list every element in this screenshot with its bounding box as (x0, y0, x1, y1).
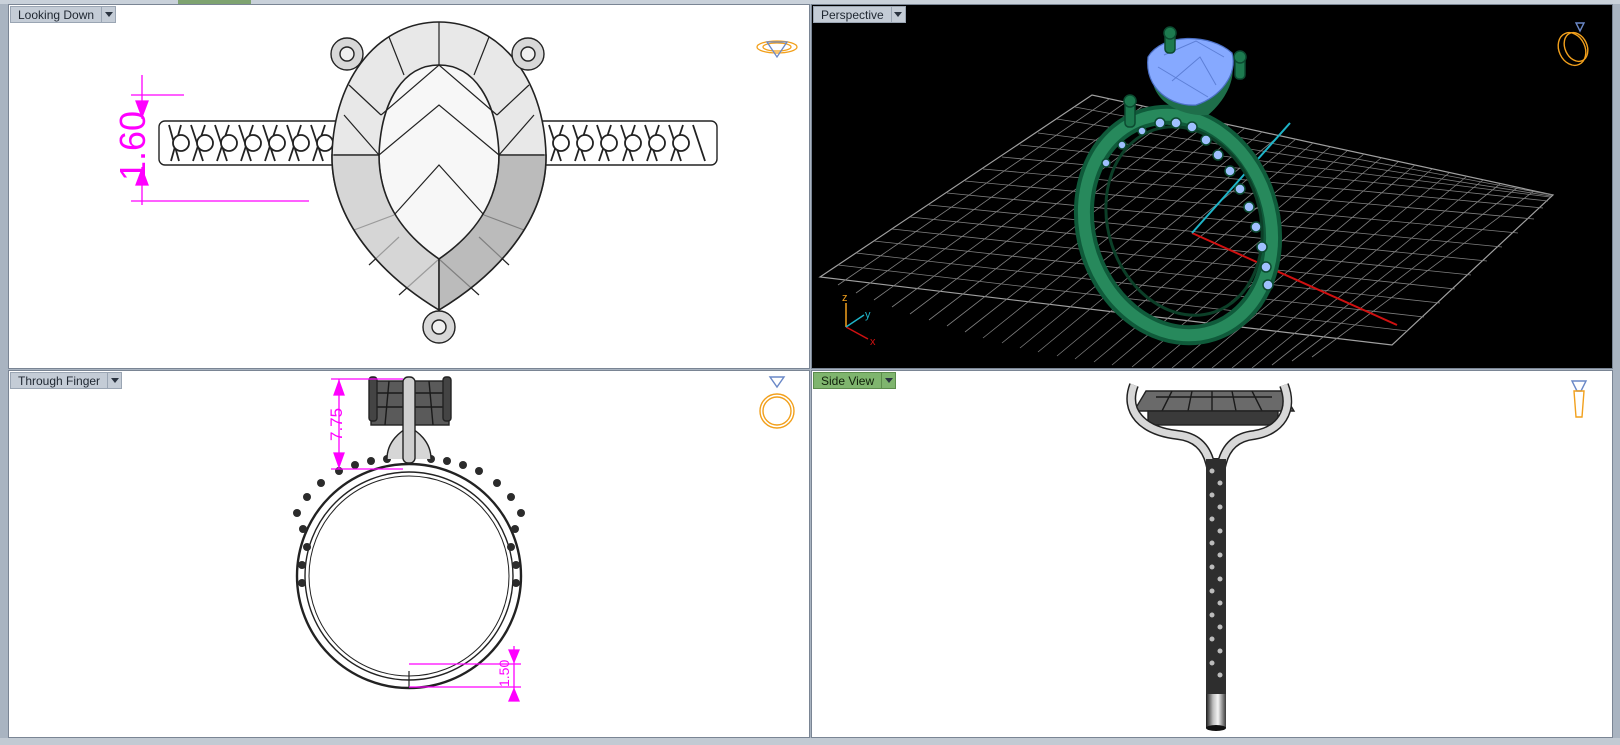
viewport-label-text: Side View (813, 372, 882, 389)
dropdown-arrow-icon[interactable] (107, 372, 123, 389)
shank-side-view (1206, 459, 1226, 731)
dropdown-arrow-icon[interactable] (890, 6, 906, 23)
dimension-top-label: 7.75 (327, 408, 346, 441)
through-finger-canvas: 7.75 1.50 (293, 376, 795, 702)
viewport-label[interactable]: Side View (813, 372, 897, 389)
dimension-width-label: 1.60 (112, 111, 153, 181)
viewport-through-finger[interactable]: Through Finger 7.75 1.50 (8, 370, 810, 738)
head-side-view (1126, 383, 1296, 468)
viewport-side-view[interactable]: Side View (811, 370, 1613, 738)
axes-triad: z y x (842, 292, 876, 348)
shank-left (158, 120, 350, 166)
head-front-view (368, 376, 452, 464)
axis-label-z: z (842, 292, 848, 304)
view-cube-icon (1570, 380, 1588, 418)
viewport-looking-down[interactable]: Looking Down 1.60 (8, 4, 810, 369)
viewport-label[interactable]: Perspective (813, 6, 906, 23)
view-cube-icon (759, 376, 795, 429)
viewport-perspective[interactable]: Perspective z y x (811, 4, 1613, 369)
perspective-canvas: z y x (818, 22, 1589, 368)
viewport-label-text: Perspective (813, 6, 891, 23)
viewport-label-text: Looking Down (10, 6, 102, 23)
viewport-label[interactable]: Through Finger (10, 372, 123, 389)
shank-right (528, 120, 718, 166)
axis-label-x: x (870, 336, 876, 348)
looking-down-canvas: 1.60 (112, 21, 798, 344)
view-cube-icon (756, 40, 798, 59)
viewport-label[interactable]: Looking Down (10, 6, 117, 23)
axis-label-y: y (865, 309, 871, 321)
view-cube-icon (1557, 22, 1589, 67)
side-view-canvas (1126, 380, 1588, 731)
dimension-bottom-label: 1.50 (496, 660, 512, 687)
pear-stone (331, 21, 547, 312)
dropdown-arrow-icon[interactable] (101, 6, 117, 23)
viewport-label-text: Through Finger (10, 372, 108, 389)
window-bottom-strip (0, 738, 1620, 745)
dropdown-arrow-icon[interactable] (881, 372, 897, 389)
ring-front-view (293, 455, 525, 690)
